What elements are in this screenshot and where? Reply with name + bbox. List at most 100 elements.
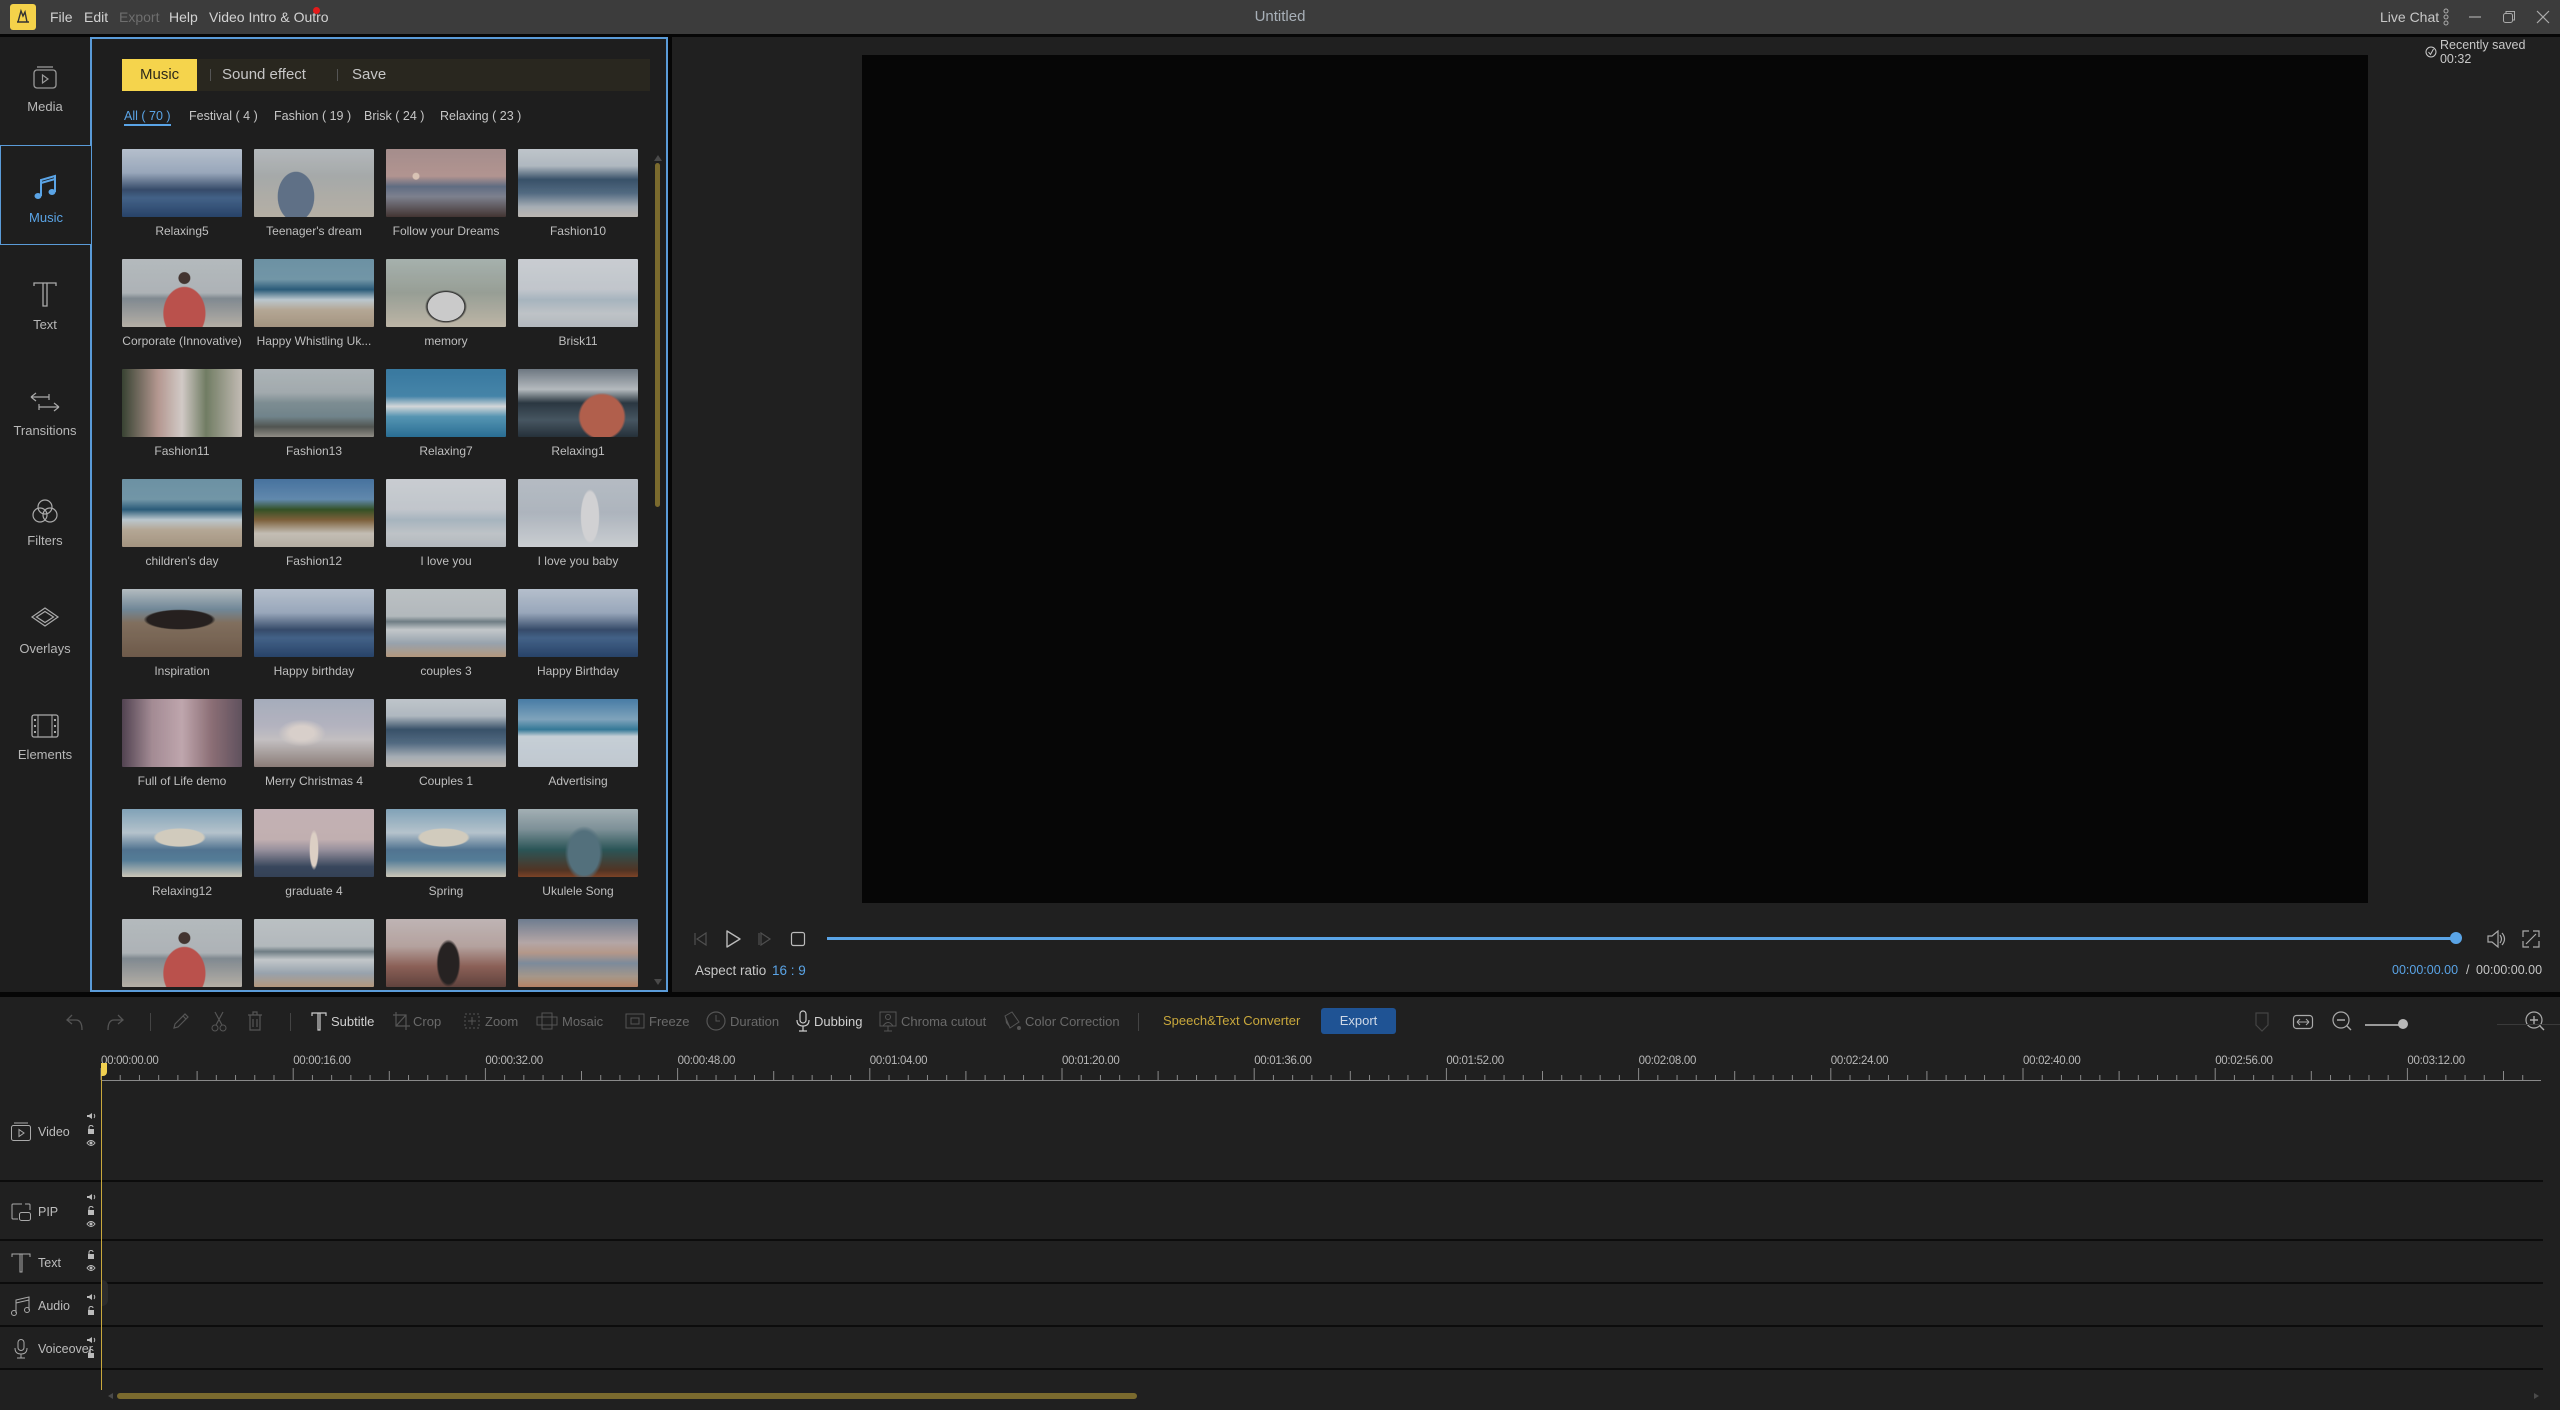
library-scrollbar[interactable] — [655, 163, 660, 507]
tab-sound-effect[interactable]: Sound effect — [222, 59, 306, 91]
panel-collapse-handle[interactable] — [101, 1280, 108, 1306]
zoom-out-button[interactable] — [2331, 1008, 2353, 1034]
sidebar-item-music[interactable]: Music — [0, 145, 91, 245]
music-item[interactable] — [122, 919, 242, 987]
speech-text-converter-button[interactable]: Speech&Text Converter — [1163, 1008, 1300, 1034]
music-item[interactable]: I love you — [386, 479, 506, 568]
speaker-icon[interactable] — [86, 1293, 96, 1301]
music-item[interactable] — [386, 919, 506, 987]
music-item[interactable] — [518, 919, 638, 987]
music-item[interactable]: Merry Christmas 4 — [254, 699, 374, 788]
redo-button[interactable] — [104, 1008, 126, 1034]
zoom-button[interactable]: Zoom — [462, 1008, 518, 1034]
eye-icon[interactable] — [86, 1220, 96, 1228]
speaker-icon[interactable] — [86, 1193, 96, 1201]
music-item[interactable]: Relaxing12 — [122, 809, 242, 898]
play-button[interactable] — [722, 928, 744, 950]
speaker-icon[interactable] — [86, 1112, 96, 1120]
color-correction-button[interactable]: Color Correction — [1002, 1008, 1120, 1034]
music-item[interactable]: Fashion11 — [122, 369, 242, 458]
edit-button[interactable] — [170, 1008, 192, 1034]
sidebar-item-filters[interactable]: Filters — [0, 469, 90, 569]
sidebar-item-media[interactable]: Media — [0, 37, 90, 137]
sidebar-item-overlays[interactable]: Overlays — [0, 577, 90, 677]
close-button[interactable] — [2528, 0, 2558, 34]
music-item[interactable]: Relaxing7 — [386, 369, 506, 458]
mosaic-button[interactable]: Mosaic — [535, 1008, 603, 1034]
eye-icon[interactable] — [86, 1264, 96, 1272]
freeze-button[interactable]: Freeze — [624, 1008, 689, 1034]
sidebar-item-elements[interactable]: Elements — [0, 685, 90, 785]
playhead-line[interactable] — [101, 1063, 102, 1390]
zoom-in-button[interactable] — [2524, 1008, 2546, 1034]
marker-button[interactable] — [2254, 1009, 2270, 1035]
music-item[interactable]: Relaxing5 — [122, 149, 242, 238]
sidebar-item-transitions[interactable]: Transitions — [0, 361, 90, 461]
lock-icon[interactable] — [86, 1125, 96, 1134]
music-item[interactable]: Ukulele Song — [518, 809, 638, 898]
playhead-handle[interactable] — [101, 1063, 107, 1076]
music-item[interactable]: I love you baby — [518, 479, 638, 568]
music-item[interactable]: Happy Birthday — [518, 589, 638, 678]
music-item[interactable]: children's day — [122, 479, 242, 568]
category-all[interactable]: All ( 70 ) — [124, 109, 171, 126]
timeline-scroll-left[interactable] — [108, 1393, 113, 1399]
timeline-track-text[interactable]: Text — [0, 1242, 2543, 1284]
subtitle-button[interactable]: Subtitle — [310, 1008, 374, 1034]
lock-icon[interactable] — [86, 1205, 96, 1215]
next-frame-button[interactable] — [754, 928, 776, 950]
music-item[interactable]: Happy birthday — [254, 589, 374, 678]
fullscreen-button[interactable] — [2520, 928, 2542, 950]
aspect-ratio-value[interactable]: 16 : 9 — [772, 963, 806, 978]
fit-timeline-button[interactable] — [2292, 1009, 2314, 1035]
lock-icon[interactable] — [86, 1306, 96, 1315]
music-item[interactable]: memory — [386, 259, 506, 348]
undo-button[interactable] — [64, 1008, 86, 1034]
music-item[interactable]: Happy Whistling Uk... — [254, 259, 374, 348]
music-item[interactable]: Inspiration — [122, 589, 242, 678]
playback-progress-handle[interactable] — [2450, 932, 2462, 944]
music-item[interactable]: Brisk11 — [518, 259, 638, 348]
timeline-scroll-right[interactable] — [2534, 1393, 2539, 1399]
restore-button[interactable] — [2494, 0, 2524, 34]
music-item[interactable]: graduate 4 — [254, 809, 374, 898]
category-brisk[interactable]: Brisk ( 24 ) — [364, 109, 424, 123]
delete-button[interactable] — [245, 1008, 265, 1034]
prev-frame-button[interactable] — [690, 928, 712, 950]
music-item[interactable]: Relaxing1 — [518, 369, 638, 458]
tab-save[interactable]: Save — [352, 59, 386, 91]
timeline-zoom-handle[interactable] — [2398, 1019, 2408, 1029]
stop-button[interactable] — [787, 928, 809, 950]
music-item[interactable]: Fashion13 — [254, 369, 374, 458]
scroll-down-arrow[interactable] — [654, 979, 662, 985]
music-item[interactable]: Spring — [386, 809, 506, 898]
category-fashion[interactable]: Fashion ( 19 ) — [274, 109, 351, 123]
playback-progress-bar[interactable] — [827, 937, 2457, 940]
lock-icon[interactable] — [86, 1250, 96, 1259]
volume-button[interactable] — [2486, 928, 2508, 950]
timeline-track-voiceover[interactable]: Voiceover — [0, 1328, 2543, 1370]
timeline-track-video[interactable]: Video — [0, 1081, 2543, 1182]
export-button[interactable]: Export — [1321, 1008, 1396, 1034]
split-button[interactable] — [209, 1008, 229, 1034]
music-item[interactable] — [254, 919, 374, 987]
scroll-up-arrow[interactable] — [654, 155, 662, 161]
speaker-icon[interactable] — [86, 1336, 96, 1344]
tab-music[interactable]: Music — [122, 59, 198, 91]
music-item[interactable]: couples 3 — [386, 589, 506, 678]
chroma-cutout-button[interactable]: Chroma cutout — [878, 1008, 986, 1034]
dubbing-button[interactable]: Dubbing — [795, 1008, 862, 1034]
music-item[interactable]: Fashion12 — [254, 479, 374, 568]
music-item[interactable]: Teenager's dream — [254, 149, 374, 238]
timeline-zoom-track[interactable] — [2497, 1024, 2560, 1025]
timeline-track-pip[interactable]: PIP — [0, 1183, 2543, 1241]
music-item[interactable]: Fashion10 — [518, 149, 638, 238]
music-item[interactable]: Full of Life demo — [122, 699, 242, 788]
video-preview-canvas[interactable] — [862, 55, 2368, 903]
timeline-track-audio[interactable]: Audio — [0, 1285, 2543, 1327]
timeline-scrollbar[interactable] — [117, 1393, 1137, 1399]
eye-icon[interactable] — [86, 1139, 96, 1147]
duration-button[interactable]: Duration — [705, 1008, 779, 1034]
sidebar-item-text[interactable]: Text — [0, 253, 90, 353]
music-item[interactable]: Follow your Dreams — [386, 149, 506, 238]
